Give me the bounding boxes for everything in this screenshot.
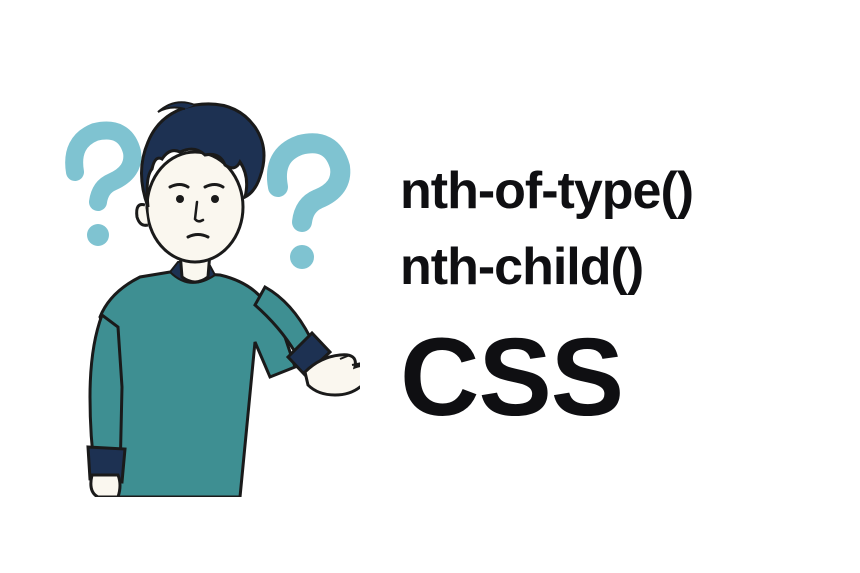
person-svg — [40, 77, 360, 497]
heading-css: CSS — [400, 323, 820, 433]
text-block: nth-of-type() nth-child() CSS — [400, 141, 820, 433]
question-mark-left-icon — [74, 130, 132, 245]
heading-nth-of-type: nth-of-type() — [400, 161, 820, 221]
confused-person-illustration — [40, 77, 360, 497]
content-container: nth-of-type() nth-child() CSS — [0, 0, 860, 573]
heading-nth-child: nth-child() — [400, 237, 820, 297]
person-body — [88, 262, 330, 497]
person-hand-left — [91, 475, 120, 497]
question-mark-right-icon — [277, 143, 340, 269]
